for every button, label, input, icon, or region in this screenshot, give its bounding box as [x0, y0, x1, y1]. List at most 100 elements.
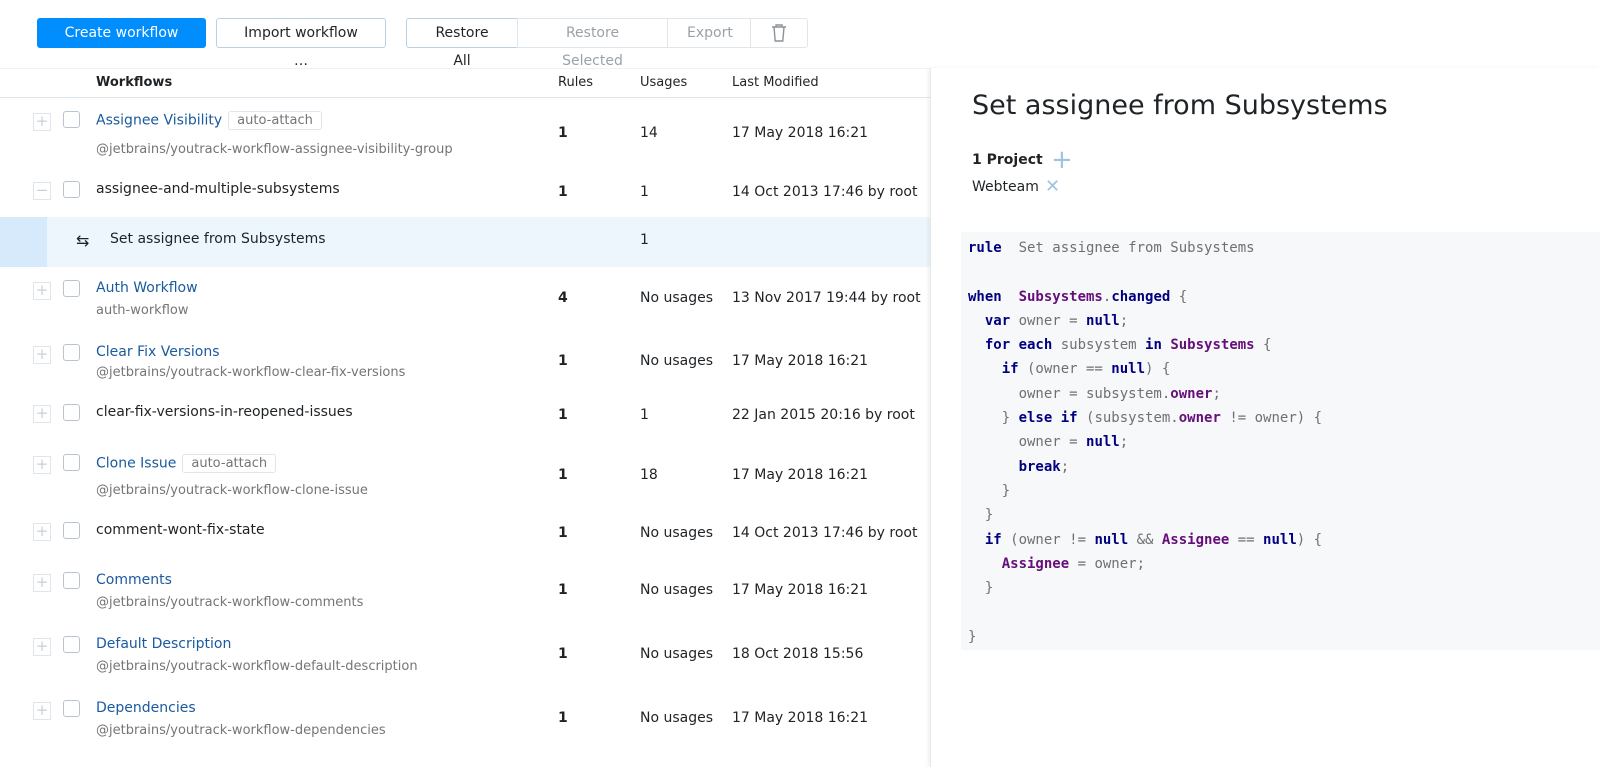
code-line: } else if (subsystem.owner != owner) {	[968, 406, 1600, 430]
rule-row[interactable]: ⇆ Set assignee from Subsystems 1	[0, 217, 930, 267]
table-row[interactable]: + Auth Workflow auth-workflow 4 No usages …	[0, 267, 930, 331]
code-text: }	[968, 507, 994, 524]
rules-count: 1	[558, 646, 568, 662]
rule-code-editor[interactable]: rule Set assignee from Subsystems when Su…	[961, 232, 1600, 650]
code-text: &&	[1128, 531, 1162, 548]
workflow-name[interactable]: Comments	[96, 572, 172, 588]
table-row[interactable]: + Default Description @jetbrains/youtrack…	[0, 623, 930, 687]
restore-selected-button[interactable]: Restore Selected	[517, 18, 668, 69]
workflow-name[interactable]: Dependencies	[96, 700, 196, 716]
row-checkbox[interactable]	[63, 111, 80, 128]
code-keyword: in	[1145, 337, 1162, 354]
code-text: }	[968, 410, 1019, 427]
project-name[interactable]: Webteam	[972, 179, 1039, 195]
workflow-name[interactable]: Clear Fix Versions	[96, 344, 220, 360]
row-checkbox[interactable]	[63, 404, 80, 421]
rule-name[interactable]: Set assignee from Subsystems	[110, 231, 326, 247]
rules-count: 1	[558, 353, 568, 369]
delete-button[interactable]	[750, 18, 808, 48]
table-row[interactable]: − assignee-and-multiple-subsystems 1 1 14…	[0, 170, 930, 217]
expand-icon[interactable]: +	[33, 523, 51, 541]
workflow-name[interactable]: assignee-and-multiple-subsystems	[96, 181, 340, 197]
workflow-name[interactable]: clear-fix-versions-in-reopened-issues	[96, 404, 353, 420]
usages: No usages	[640, 353, 714, 369]
last-modified: 17 May 2018 16:21	[732, 353, 869, 369]
row-checkbox[interactable]	[63, 522, 80, 539]
workflow-name[interactable]: comment-wont-fix-state	[96, 522, 265, 538]
import-workflow-button[interactable]: Import workflow …	[216, 18, 386, 69]
table-row[interactable]: + Dependencies @jetbrains/youtrack-workfl…	[0, 687, 930, 751]
usages: No usages	[640, 646, 714, 662]
table-row[interactable]: + Assignee Visibility auto-attach @jetbrai…	[0, 98, 930, 170]
collapse-icon[interactable]: −	[33, 182, 51, 200]
workflow-list: Workflows Rules Usages Last Modified + A…	[0, 68, 930, 751]
row-checkbox[interactable]	[63, 636, 80, 653]
row-checkbox[interactable]	[63, 572, 80, 589]
expand-icon[interactable]: +	[33, 638, 51, 656]
trash-icon	[772, 24, 786, 42]
expand-icon[interactable]: +	[33, 282, 51, 300]
code-field: Assignee	[1001, 555, 1070, 572]
add-project-icon[interactable]: +	[1051, 147, 1073, 173]
expand-icon[interactable]: +	[33, 456, 51, 474]
workflow-name-text[interactable]: Clone Issue	[96, 456, 176, 472]
code-line: Assignee = owner;	[968, 552, 1600, 576]
workflow-name-text[interactable]: Assignee Visibility	[96, 113, 222, 129]
table-row[interactable]: + Clone Issue auto-attach @jetbrains/youtr…	[0, 441, 930, 511]
workflow-name[interactable]: Clone Issue auto-attach	[96, 454, 277, 473]
table-row[interactable]: + comment-wont-fix-state 1 No usages 14 O…	[0, 511, 930, 559]
workflow-name-text[interactable]: Clear Fix Versions	[96, 344, 220, 360]
table-row[interactable]: + Clear Fix Versions @jetbrains/youtrack-…	[0, 331, 930, 393]
code-keyword: if	[984, 531, 1002, 548]
header-usages[interactable]: Usages	[640, 75, 687, 90]
workflow-name-text: comment-wont-fix-state	[96, 522, 265, 538]
code-text: }	[968, 482, 1011, 499]
export-button[interactable]: Export	[667, 18, 751, 48]
expand-icon[interactable]: +	[33, 702, 51, 720]
table-row[interactable]: + clear-fix-versions-in-reopened-issues 1…	[0, 393, 930, 441]
workflow-name-text[interactable]: Default Description	[96, 636, 231, 652]
row-checkbox[interactable]	[63, 280, 80, 297]
expand-icon[interactable]: +	[33, 113, 51, 131]
code-keyword: null	[1086, 434, 1120, 451]
usages: 1	[640, 183, 649, 200]
workflow-name[interactable]: Default Description	[96, 636, 231, 652]
code-text: ;	[1119, 312, 1129, 329]
code-line: var owner = null;	[968, 309, 1600, 333]
expand-icon[interactable]: +	[33, 574, 51, 592]
rules-count: 1	[558, 183, 568, 200]
code-keyword: var	[984, 312, 1011, 329]
code-text: ) {	[1296, 531, 1323, 548]
rules-count: 1	[558, 125, 568, 141]
restore-all-button[interactable]: Restore All	[406, 18, 518, 69]
row-checkbox[interactable]	[63, 700, 80, 717]
row-checkbox[interactable]	[63, 181, 80, 198]
code-line: for each subsystem in Subsystems {	[968, 333, 1600, 357]
header-workflows[interactable]: Workflows	[96, 75, 172, 90]
code-keyword: changed	[1111, 288, 1171, 305]
workflow-name-text[interactable]: Comments	[96, 572, 172, 588]
workflow-name[interactable]: Auth Workflow	[96, 280, 198, 296]
last-modified: 14 Oct 2013 17:46 by root	[732, 183, 918, 200]
create-workflow-button[interactable]: Create workflow …	[37, 18, 206, 69]
table-row[interactable]: + Comments @jetbrains/youtrack-workflow-c…	[0, 559, 930, 623]
header-last-modified[interactable]: Last Modified	[732, 75, 819, 90]
row-checkbox[interactable]	[63, 344, 80, 361]
code-line: when Subsystems.changed {	[968, 285, 1600, 309]
table-header: Workflows Rules Usages Last Modified	[0, 68, 930, 98]
header-rules[interactable]: Rules	[558, 75, 593, 90]
remove-project-icon[interactable]: ✕	[1045, 176, 1060, 197]
rule-title: Set assignee from Subsystems	[972, 90, 1388, 121]
expand-icon[interactable]: +	[33, 405, 51, 423]
last-modified: 22 Jan 2015 20:16 by root	[732, 407, 915, 423]
usages: 1	[640, 407, 649, 423]
code-text: owner =	[1010, 312, 1087, 329]
expand-icon[interactable]: +	[33, 346, 51, 364]
row-checkbox[interactable]	[63, 454, 80, 471]
usages: No usages	[640, 290, 714, 306]
workflow-name-text[interactable]: Dependencies	[96, 700, 196, 716]
workflow-name[interactable]: Assignee Visibility auto-attach	[96, 111, 322, 130]
workflow-name-text[interactable]: Auth Workflow	[96, 280, 198, 296]
